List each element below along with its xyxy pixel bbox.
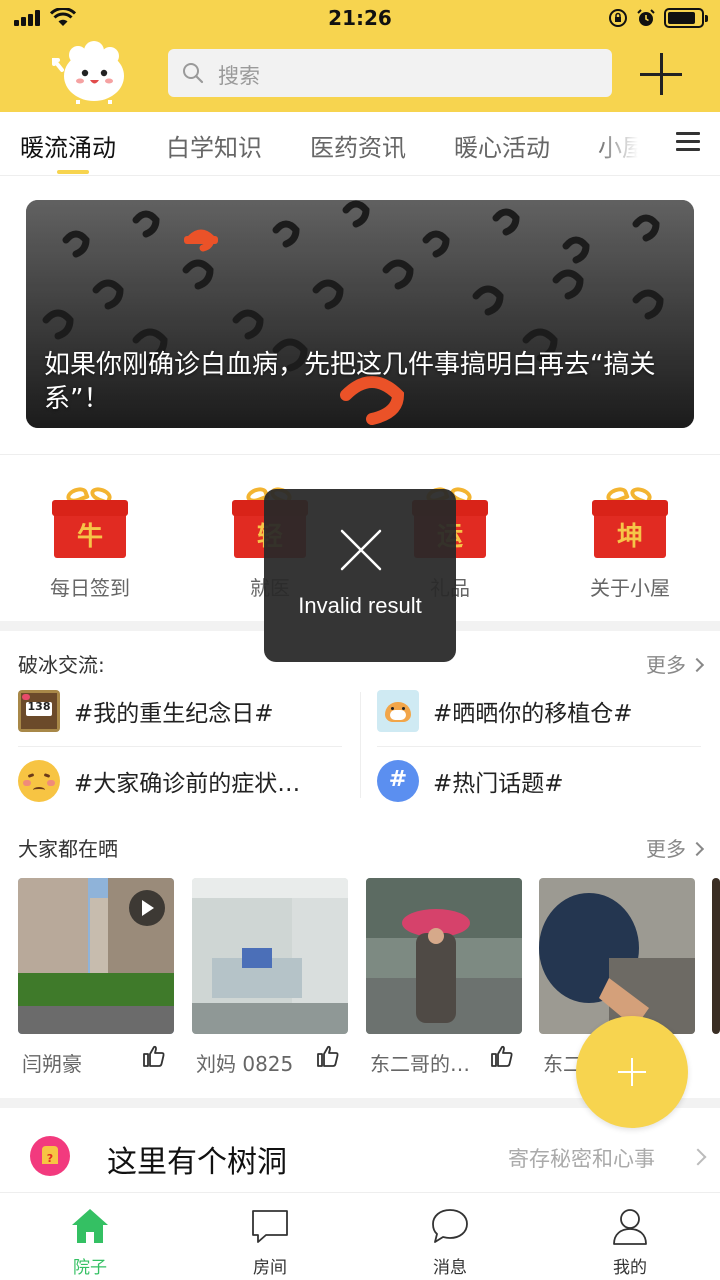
divider: [18, 746, 342, 747]
tabbar-label: 房间: [253, 1258, 287, 1278]
thumbs-up-icon[interactable]: [316, 1044, 340, 1068]
tabbar-label: 消息: [433, 1258, 467, 1278]
quick-action-label: 关于小屋: [590, 576, 670, 600]
alarm-icon: [637, 9, 655, 26]
gift-box-icon: 牛: [52, 484, 128, 562]
gift-box-icon: 坤: [592, 484, 668, 562]
banner-title: 如果你刚确诊白血病，先把这几件事搞明白再去“搞关系”！: [44, 350, 656, 414]
home-icon: [72, 1209, 108, 1243]
hashtag-bubble-icon: #: [377, 760, 419, 802]
divider: [360, 692, 361, 798]
photo-hospital-room[interactable]: [192, 878, 348, 1034]
bottom-tab-bar: 院子 房间 消息 我的: [0, 1192, 720, 1280]
chat-square-icon: [252, 1210, 288, 1243]
error-toast: Invalid result: [264, 489, 456, 662]
tabbar-label: 我的: [613, 1258, 647, 1278]
tab-warm-activities[interactable]: 暖心活动: [454, 128, 550, 163]
author-name[interactable]: 刘妈 0825: [196, 1048, 306, 1077]
app-header: 21:26 搜索: [0, 0, 720, 112]
sad-face-icon: [18, 760, 60, 802]
hamster-icon: [377, 690, 419, 732]
icebreak-more-link[interactable]: 更多: [646, 649, 705, 678]
tab-fade: [596, 112, 656, 174]
photo-partial-image: [712, 878, 720, 1034]
topic-pre-diagnosis-symptoms[interactable]: #大家确诊前的症状…: [18, 760, 300, 802]
person-icon: [613, 1209, 647, 1245]
search-placeholder: 搜索: [218, 64, 260, 88]
tree-hole-title[interactable]: 这里有个树洞: [107, 1137, 287, 1181]
photo-partial[interactable]: [712, 878, 720, 1034]
tab-warm-flow[interactable]: 暖流涌动: [20, 128, 116, 163]
category-tabs: 暖流涌动 白学知识 医药资讯 暖心活动 小屋: [0, 112, 720, 176]
search-bar[interactable]: 搜索: [168, 49, 612, 97]
create-post-fab[interactable]: [576, 1016, 688, 1128]
search-icon: [183, 63, 204, 84]
more-label: 更多: [646, 653, 686, 677]
photo-buildings[interactable]: [18, 878, 174, 1034]
calendar-number: 138: [27, 700, 51, 713]
icebreak-title: 破冰交流:: [18, 653, 105, 677]
photo-rain-street[interactable]: [366, 878, 522, 1034]
photo-buildings-image: [18, 878, 174, 1034]
tabbar-label: 院子: [73, 1258, 107, 1278]
author-name[interactable]: 闫朔豪: [22, 1048, 132, 1077]
tabbar-yard[interactable]: 院子: [0, 1193, 180, 1280]
mascot-logo[interactable]: [48, 40, 130, 104]
quick-action-label: 每日签到: [50, 576, 130, 600]
divider: [0, 454, 720, 455]
close-x-icon: [340, 529, 382, 571]
more-label: 更多: [646, 837, 686, 861]
add-button[interactable]: [640, 53, 682, 95]
active-tab-indicator: [57, 170, 89, 174]
orientation-lock-icon: [609, 9, 627, 27]
daily-checkin-button[interactable]: 牛 每日签到: [20, 484, 160, 601]
topic-rebirth-anniversary[interactable]: 138 #我的重生纪念日#: [18, 690, 274, 732]
about-cabin-button[interactable]: 坤 关于小屋: [560, 484, 700, 601]
toast-message: Invalid result: [298, 593, 422, 618]
tab-medical-news[interactable]: 医药资讯: [310, 128, 406, 163]
battery-icon: [664, 8, 708, 28]
topic-text: #晒晒你的移植仓#: [433, 701, 633, 727]
hashtag-glyph: #: [388, 767, 408, 792]
photo-umbrella-image: [539, 878, 695, 1034]
featured-banner[interactable]: 如果你刚确诊白血病，先把这几件事搞明白再去“搞关系”！: [26, 200, 694, 428]
calendar-138-icon: 138: [18, 690, 60, 732]
menu-icon[interactable]: [676, 132, 700, 152]
tabbar-messages[interactable]: 消息: [360, 1193, 540, 1280]
showcase-title: 大家都在晒: [18, 837, 118, 861]
chevron-right-icon: [689, 841, 705, 857]
chevron-right-icon: [689, 657, 705, 673]
photo-rain-street-image: [366, 878, 522, 1034]
thumbs-up-icon[interactable]: [490, 1044, 514, 1068]
tree-hole-icon: ?: [30, 1136, 70, 1176]
topic-transplant-room[interactable]: #晒晒你的移植仓#: [377, 690, 633, 732]
topic-text: #我的重生纪念日#: [74, 701, 274, 727]
tabbar-room[interactable]: 房间: [180, 1193, 360, 1280]
tabbar-me[interactable]: 我的: [540, 1193, 720, 1280]
topic-text: #大家确诊前的症状…: [74, 771, 301, 797]
status-bar: 21:26: [0, 0, 720, 36]
gift-glyph: 坤: [616, 522, 643, 552]
divider: [377, 746, 701, 747]
message-bubble-icon: [432, 1209, 468, 1243]
tree-hole-subtitle[interactable]: 寄存秘密和心事: [508, 1143, 655, 1173]
thumbs-up-icon[interactable]: [142, 1044, 166, 1068]
topic-hot-topics[interactable]: # #热门话题#: [377, 760, 564, 802]
gift-glyph: 牛: [76, 522, 103, 552]
author-name[interactable]: 东二哥的…: [370, 1048, 480, 1077]
photo-umbrella[interactable]: [539, 878, 695, 1034]
svg-text:?: ?: [47, 1152, 53, 1165]
showcase-more-link[interactable]: 更多: [646, 833, 705, 862]
chevron-right-icon[interactable]: [689, 1148, 707, 1166]
tab-knowledge[interactable]: 白学知识: [166, 128, 262, 163]
topic-text: #热门话题#: [433, 771, 564, 797]
photo-hospital-room-image: [192, 878, 348, 1034]
